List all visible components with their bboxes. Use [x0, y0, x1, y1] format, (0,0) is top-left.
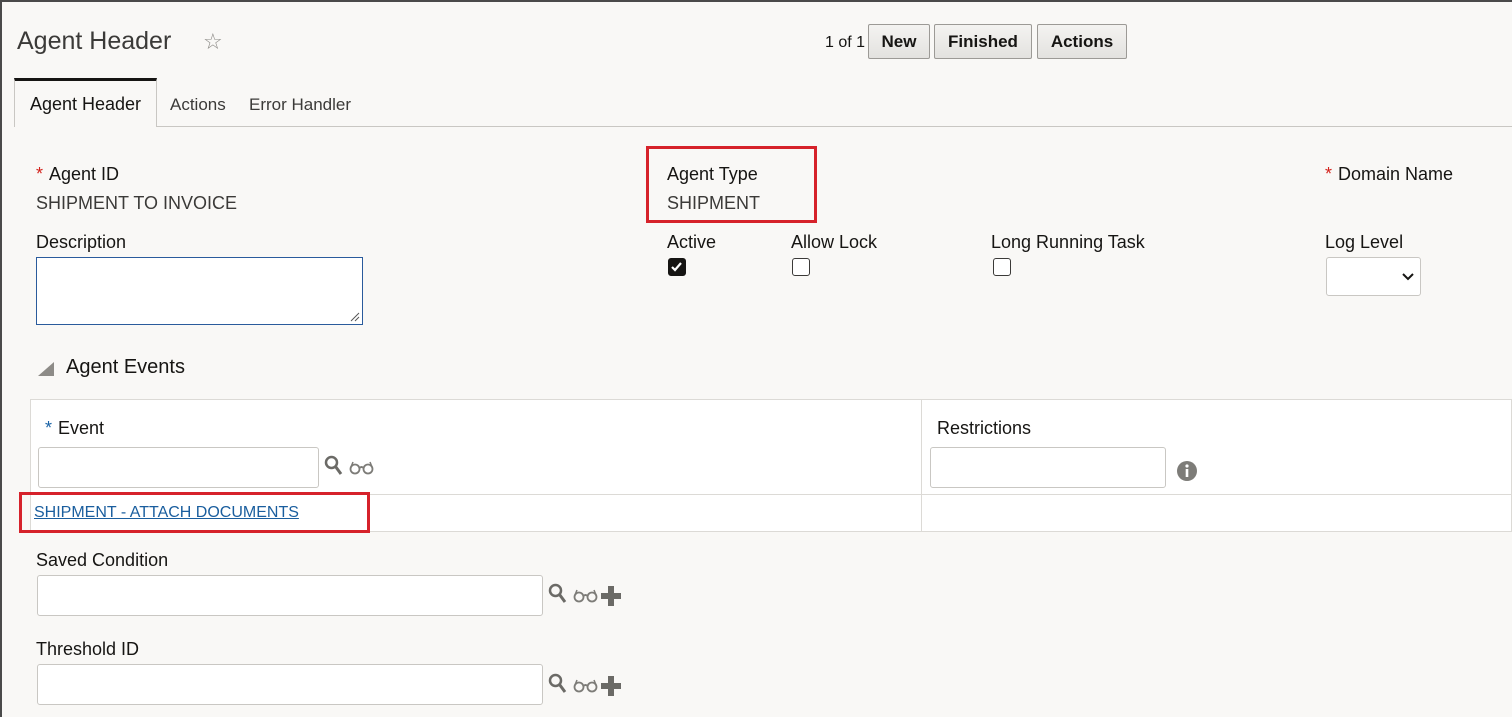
- agent-id-value: SHIPMENT TO INVOICE: [36, 193, 238, 213]
- search-icon[interactable]: [548, 583, 568, 605]
- table-column-divider: [921, 399, 922, 532]
- new-button[interactable]: New: [868, 24, 930, 59]
- record-pager: 1 of 1: [825, 34, 866, 51]
- glasses-icon[interactable]: [349, 460, 374, 476]
- event-link-highlight-box: [19, 492, 370, 533]
- event-column-header: * Event: [45, 418, 104, 439]
- agent-events-section-title: Agent Events: [66, 356, 185, 378]
- event-input[interactable]: [38, 447, 319, 488]
- collapse-triangle-icon[interactable]: [38, 362, 54, 376]
- domain-name-label: * Domain Name: [1325, 164, 1453, 185]
- resize-grip-icon[interactable]: [350, 312, 360, 322]
- glasses-icon[interactable]: [573, 588, 598, 604]
- plus-icon[interactable]: [599, 675, 623, 697]
- required-marker: *: [36, 164, 44, 184]
- restrictions-input[interactable]: [930, 447, 1166, 488]
- saved-condition-input[interactable]: [37, 575, 543, 616]
- page-title: Agent Header: [17, 27, 172, 55]
- chevron-down-icon: [1402, 273, 1414, 281]
- long-running-task-label: Long Running Task: [991, 232, 1145, 252]
- log-level-select[interactable]: [1326, 257, 1421, 296]
- long-running-task-checkbox[interactable]: [993, 258, 1011, 276]
- required-marker: *: [45, 418, 53, 438]
- agent-id-label: * Agent ID: [36, 164, 119, 185]
- event-column-header-text: Event: [58, 418, 105, 438]
- saved-condition-label: Saved Condition: [36, 550, 169, 570]
- domain-name-label-text: Domain Name: [1338, 164, 1454, 184]
- plus-icon[interactable]: [599, 585, 623, 607]
- checkmark-icon: [671, 262, 682, 272]
- restrictions-column-header: Restrictions: [937, 418, 1032, 438]
- description-label: Description: [36, 232, 127, 252]
- glasses-icon[interactable]: [573, 678, 598, 694]
- tab-error-handler[interactable]: Error Handler: [249, 95, 351, 115]
- required-marker: *: [1325, 164, 1333, 184]
- tab-actions[interactable]: Actions: [170, 95, 226, 115]
- search-icon[interactable]: [548, 673, 568, 695]
- allow-lock-label: Allow Lock: [791, 232, 878, 252]
- finished-button[interactable]: Finished: [934, 24, 1032, 59]
- threshold-id-input[interactable]: [37, 664, 543, 705]
- agent-id-label-text: Agent ID: [49, 164, 120, 184]
- allow-lock-checkbox[interactable]: [792, 258, 810, 276]
- info-icon[interactable]: [1176, 460, 1198, 482]
- actions-button[interactable]: Actions: [1037, 24, 1127, 59]
- agent-type-highlight-box: [646, 146, 817, 223]
- active-label: Active: [667, 232, 717, 252]
- search-icon[interactable]: [324, 455, 344, 477]
- threshold-id-label: Threshold ID: [36, 639, 140, 659]
- active-checkbox[interactable]: [668, 258, 686, 276]
- favorite-star-icon[interactable]: ☆: [203, 29, 223, 55]
- description-textarea[interactable]: [36, 257, 363, 325]
- log-level-label: Log Level: [1325, 232, 1404, 252]
- tab-agent-header[interactable]: Agent Header: [14, 78, 157, 127]
- tabs-divider: [14, 126, 1512, 127]
